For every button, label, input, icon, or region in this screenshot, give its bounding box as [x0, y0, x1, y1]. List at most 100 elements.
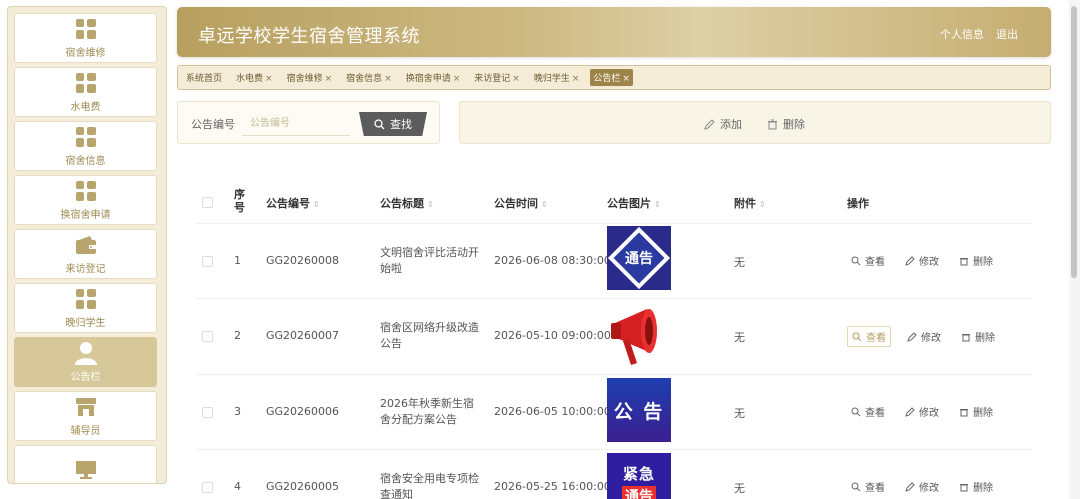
grid-icon	[75, 72, 96, 94]
col-label: 公告标题	[380, 197, 424, 210]
image-text: 通告	[625, 251, 653, 267]
tab-home[interactable]: 系统首页	[183, 69, 225, 86]
tab-bulletin[interactable]: 公告栏 ×	[590, 69, 633, 86]
tab-bar: 系统首页 水电费 × 宿舍维修 × 宿舍信息 × 换宿舍申请 × 来访登记 × 晚归学生 ×…	[177, 65, 1051, 90]
grid-icon	[75, 18, 96, 40]
action-panel: 添加 删除	[459, 101, 1051, 144]
sort-icon: ⇕	[313, 200, 320, 209]
col-attachment[interactable]: 附件 ⇕	[734, 195, 766, 211]
op-label: 删除	[973, 257, 993, 268]
op-label: 查看	[866, 333, 886, 344]
row-title: 宿舍安全用电专项检查通知	[380, 472, 479, 499]
tab-label: 换宿舍申请	[405, 74, 451, 84]
sidebar-item-late-return[interactable]: 晚归学生	[14, 283, 157, 333]
delete-button-label: 删除	[783, 118, 805, 131]
select-all-checkbox[interactable]	[202, 197, 213, 208]
user-icon	[74, 341, 98, 365]
page-scrollbar[interactable]	[1069, 0, 1080, 499]
image-text: 公 告	[613, 400, 665, 423]
col-time[interactable]: 公告时间 ⇕	[494, 195, 548, 211]
close-icon[interactable]: ×	[512, 74, 520, 84]
row-time: 2026-06-08 08:30:00	[494, 254, 611, 267]
edit-button[interactable]: 修改	[903, 327, 945, 346]
megaphone-image[interactable]	[607, 303, 671, 367]
sidebar-item-utility-fee[interactable]: 水电费	[14, 67, 157, 117]
col-code[interactable]: 公告编号 ⇕	[266, 195, 320, 211]
row-title: 2026年秋季新生宿舍分配方案公告	[380, 397, 474, 426]
row-index: 3	[234, 405, 241, 418]
edit-button[interactable]: 修改	[901, 477, 943, 496]
tab-label: 系统首页	[186, 74, 223, 84]
sidebar-item-counselor[interactable]: 辅导员	[14, 391, 157, 441]
row-index: 1	[234, 254, 241, 267]
edit-icon	[907, 331, 917, 342]
table-header-row: 序号 公告编号 ⇕ 公告标题 ⇕ 公告时间 ⇕ 公告图片 ⇕ 附件 ⇕ 操作	[196, 180, 1032, 224]
sidebar-item-dorm-repair[interactable]: 宿舍维修	[14, 13, 157, 63]
tab-dorm-repair[interactable]: 宿舍维修 ×	[284, 69, 336, 86]
sidebar-item-dorm-info[interactable]: 宿舍信息	[14, 121, 157, 171]
op-label: 删除	[975, 333, 995, 344]
announcement-image[interactable]: 公 告	[607, 378, 671, 442]
profile-link[interactable]: 个人信息	[940, 26, 984, 42]
close-icon[interactable]: ×	[265, 74, 273, 84]
search-input[interactable]	[242, 112, 350, 136]
delete-row-button[interactable]: 删除	[955, 477, 997, 496]
urgent-notice-image[interactable]: 紧急 通告	[607, 453, 671, 499]
tab-late-return[interactable]: 晚归学生 ×	[531, 69, 583, 86]
search-button[interactable]: 查找	[359, 112, 427, 136]
logout-link[interactable]: 退出	[996, 26, 1018, 42]
view-button[interactable]: 查看	[847, 477, 889, 496]
edit-button[interactable]: 修改	[901, 251, 943, 270]
tab-label: 宿舍维修	[286, 74, 323, 84]
close-icon[interactable]: ×	[384, 74, 392, 84]
sidebar-item-visitor[interactable]: 来访登记	[14, 229, 157, 279]
sidebar-item-bulletin[interactable]: 公告栏	[14, 337, 157, 387]
col-title[interactable]: 公告标题 ⇕	[380, 195, 434, 211]
sidebar-item-label: 宿舍维修	[65, 47, 106, 59]
delete-row-button[interactable]: 删除	[955, 251, 997, 270]
edit-icon	[905, 255, 915, 266]
sort-icon: ⇕	[427, 200, 434, 209]
tab-dorm-info[interactable]: 宿舍信息 ×	[343, 69, 395, 86]
tab-utility-fee[interactable]: 水电费 ×	[233, 69, 276, 86]
tab-visitor[interactable]: 来访登记 ×	[471, 69, 523, 86]
row-code: GG20260006	[266, 405, 340, 418]
view-button[interactable]: 查看	[847, 326, 891, 347]
row-time: 2026-06-05 10:00:00	[494, 405, 611, 418]
row-title: 宿舍区网络升级改造公告	[380, 321, 479, 350]
op-label: 查看	[865, 257, 885, 268]
row-attachment: 无	[734, 482, 745, 495]
tab-dorm-change[interactable]: 换宿舍申请 ×	[403, 69, 464, 86]
scrollbar-thumb[interactable]	[1071, 6, 1077, 278]
row-checkbox[interactable]	[202, 256, 213, 267]
sidebar-item-dorm-change[interactable]: 换宿舍申请	[14, 175, 157, 225]
op-label: 查看	[865, 408, 885, 419]
row-checkbox[interactable]	[202, 407, 213, 418]
row-time: 2026-05-10 09:00:00	[494, 329, 611, 342]
close-icon[interactable]: ×	[325, 74, 333, 84]
row-attachment: 无	[734, 331, 745, 344]
col-image[interactable]: 公告图片 ⇕	[607, 195, 661, 211]
app-title: 卓远学校学生宿舍管理系统	[198, 26, 420, 47]
close-icon[interactable]: ×	[453, 74, 461, 84]
notice-image[interactable]: 通告	[607, 226, 671, 290]
row-checkbox[interactable]	[202, 331, 213, 342]
op-label: 删除	[973, 408, 993, 419]
grid-icon	[75, 288, 96, 310]
trash-icon	[960, 257, 968, 265]
close-icon[interactable]: ×	[572, 74, 580, 84]
add-button[interactable]: 添加	[704, 116, 742, 132]
delete-row-button[interactable]: 删除	[957, 327, 999, 346]
tab-label: 宿舍信息	[346, 74, 383, 84]
sort-icon: ⇕	[654, 200, 661, 209]
delete-button[interactable]: 删除	[767, 116, 805, 132]
edit-button[interactable]: 修改	[901, 402, 943, 421]
close-icon[interactable]: ×	[622, 74, 630, 84]
sidebar-item-more[interactable]	[14, 445, 157, 483]
view-button[interactable]: 查看	[847, 402, 889, 421]
search-button-label: 查找	[390, 118, 412, 131]
view-button[interactable]: 查看	[847, 251, 889, 270]
delete-row-button[interactable]: 删除	[955, 402, 997, 421]
op-label: 修改	[919, 257, 939, 268]
row-checkbox[interactable]	[202, 482, 213, 493]
